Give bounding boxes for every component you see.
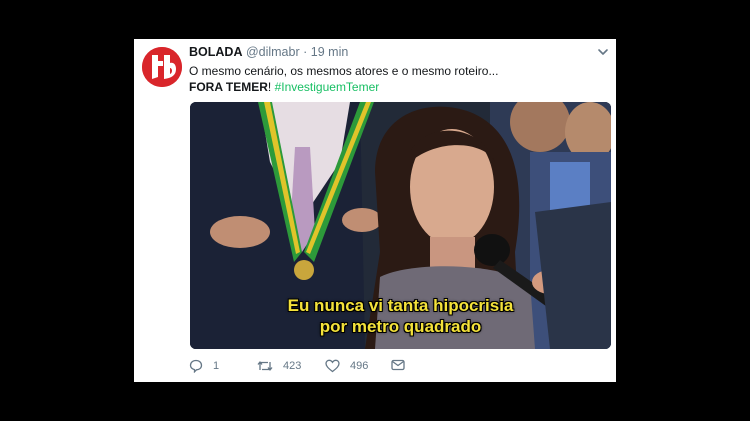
tweet-media-image[interactable]: Eu nunca vi tanta hipocrisia por metro q… — [190, 102, 611, 349]
retweet-count: 423 — [283, 360, 302, 372]
like-count: 496 — [350, 360, 369, 372]
direct-message-button[interactable] — [391, 359, 415, 371]
like-button[interactable]: 496 — [325, 359, 368, 373]
reply-button[interactable]: 1 — [189, 359, 219, 373]
display-name[interactable]: BOLADA — [189, 45, 242, 59]
tweet-header: BOLADA @dilmabr · 19 min — [189, 45, 348, 59]
hashtag-link[interactable]: #InvestiguemTemer — [275, 80, 380, 94]
time-separator: · — [303, 45, 308, 59]
envelope-icon — [391, 359, 405, 371]
chevron-down-icon[interactable] — [596, 45, 610, 59]
tweet-text-line1: O mesmo cenário, os mesmos atores e o me… — [189, 64, 499, 78]
reply-icon — [189, 359, 203, 373]
meme-caption-line2: por metro quadrado — [319, 317, 482, 336]
retweet-icon — [257, 361, 273, 371]
heart-icon — [325, 359, 340, 373]
reply-count: 1 — [213, 360, 220, 372]
meme-caption-line1: Eu nunca vi tanta hipocrisia — [287, 296, 514, 315]
tweet-card[interactable]: BOLADA @dilmabr · 19 min O mesmo cenário… — [134, 39, 616, 382]
retweet-button[interactable]: 423 — [257, 359, 301, 373]
tweet-text-bold: FORA TEMER — [189, 80, 268, 94]
user-handle[interactable]: @dilmabr — [246, 45, 300, 59]
avatar[interactable] — [142, 47, 182, 87]
tweet-text-line2: FORA TEMER! #InvestiguemTemer — [189, 80, 379, 94]
tweet-actions: 1 423 496 — [189, 359, 609, 377]
tweet-text-punct: ! — [267, 80, 275, 94]
bolada-logo-icon — [142, 47, 182, 87]
tweet-time[interactable]: 19 min — [311, 45, 349, 59]
